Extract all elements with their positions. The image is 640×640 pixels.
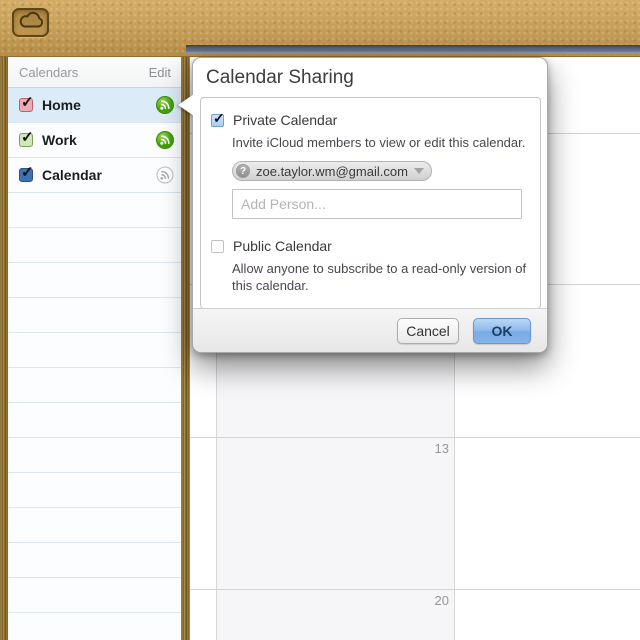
add-person-input[interactable] [232, 189, 522, 219]
private-calendar-label: Private Calendar [233, 112, 337, 128]
calendar-name: Home [42, 97, 81, 113]
popover-title: Calendar Sharing [206, 67, 354, 89]
icloud-home-button[interactable] [12, 8, 49, 37]
private-calendar-row[interactable]: ✓ Private Calendar [211, 112, 540, 128]
public-calendar-description: Allow anyone to subscribe to a read-only… [232, 260, 547, 294]
share-icon-green[interactable] [156, 96, 174, 114]
sidebar-title: Calendars [19, 65, 78, 80]
edit-button[interactable]: Edit [149, 65, 171, 80]
ok-button[interactable]: OK [473, 318, 531, 344]
popover-arrow [178, 94, 194, 116]
calendar-name: Work [42, 132, 77, 148]
sidebar-item-work[interactable]: ✓ Work [8, 123, 181, 158]
calendar-sharing-popover: Calendar Sharing ✓ Private Calendar Invi… [192, 57, 548, 353]
calendar-row-line [190, 437, 640, 438]
sidebar-wood-divider [181, 57, 190, 640]
day-number-13: 13 [216, 441, 449, 456]
private-calendar-checkbox[interactable]: ✓ [211, 114, 224, 127]
left-wood-border [0, 57, 8, 640]
cloud-icon [17, 10, 45, 35]
calendar-name: Calendar [42, 167, 102, 183]
home-checkbox[interactable]: ✓ [19, 98, 33, 112]
member-email: zoe.taylor.wm@gmail.com [256, 164, 408, 179]
public-calendar-row[interactable]: Public Calendar [211, 238, 540, 254]
member-token-dropdown[interactable]: ? zoe.taylor.wm@gmail.com [232, 161, 432, 181]
chevron-down-icon [414, 168, 424, 174]
work-checkbox[interactable]: ✓ [19, 133, 33, 147]
private-calendar-description: Invite iCloud members to view or edit th… [232, 134, 528, 151]
calendar-row-line [190, 589, 640, 590]
sidebar-header: Calendars Edit [8, 57, 181, 88]
share-icon-green[interactable] [156, 131, 174, 149]
share-icon-gray[interactable] [156, 166, 174, 184]
day-number-20: 20 [216, 593, 449, 608]
calendars-sidebar: Calendars Edit ✓ Home ✓ Work ✓ Calendar [8, 57, 181, 640]
public-calendar-label: Public Calendar [233, 238, 332, 254]
public-calendar-checkbox[interactable] [211, 240, 224, 253]
calendar-checkbox[interactable]: ✓ [19, 168, 33, 182]
cancel-button[interactable]: Cancel [397, 318, 459, 344]
sidebar-ruled-lines [8, 193, 181, 640]
sidebar-item-calendar[interactable]: ✓ Calendar [8, 158, 181, 193]
popover-footer: Cancel OK [193, 308, 547, 352]
sidebar-item-home[interactable]: ✓ Home [8, 88, 181, 123]
member-status-icon: ? [236, 164, 250, 178]
sharing-options-group: ✓ Private Calendar Invite iCloud members… [200, 97, 541, 309]
calendar-header-band [186, 45, 640, 53]
